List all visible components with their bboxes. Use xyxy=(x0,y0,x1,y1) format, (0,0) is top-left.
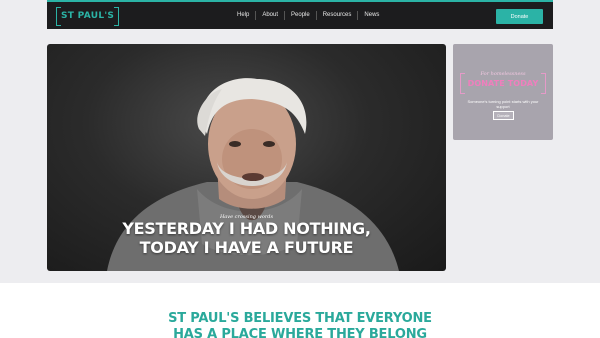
nav-news[interactable]: News xyxy=(357,11,385,20)
main-nav: Help About People Resources News xyxy=(231,11,385,20)
hero-banner: Have crossing words YESTERDAY I HAD NOTH… xyxy=(47,44,446,271)
donate-card-button[interactable]: Donate xyxy=(493,111,514,120)
donate-card[interactable]: For homelessness DONATE TODAY Someone's … xyxy=(453,44,553,140)
donate-button[interactable]: Donate xyxy=(496,9,543,24)
mission-line-1: ST PAUL'S BELIEVES THAT EVERYONE xyxy=(168,311,432,326)
hero-headline-1: YESTERDAY I HAD NOTHING, xyxy=(122,219,371,238)
nav-people[interactable]: People xyxy=(284,11,316,20)
mission-section: ST PAUL'S BELIEVES THAT EVERYONE HAS A P… xyxy=(0,283,600,338)
donate-card-kicker: For homelessness xyxy=(480,71,526,77)
nav-help[interactable]: Help xyxy=(231,11,255,20)
site-header: ST PAUL'S Help About People Resources Ne… xyxy=(47,0,553,29)
site-logo[interactable]: ST PAUL'S xyxy=(56,7,120,26)
mission-line-2: HAS A PLACE WHERE THEY BELONG xyxy=(173,327,427,338)
nav-about[interactable]: About xyxy=(255,11,284,20)
nav-resources[interactable]: Resources xyxy=(315,11,358,20)
donate-card-subtitle: Someone's turning point starts with your… xyxy=(467,99,539,109)
hero-headline-2: TODAY I HAVE A FUTURE xyxy=(139,238,354,257)
logo-text: ST PAUL'S xyxy=(61,10,115,21)
donate-card-title: DONATE TODAY xyxy=(467,79,539,88)
